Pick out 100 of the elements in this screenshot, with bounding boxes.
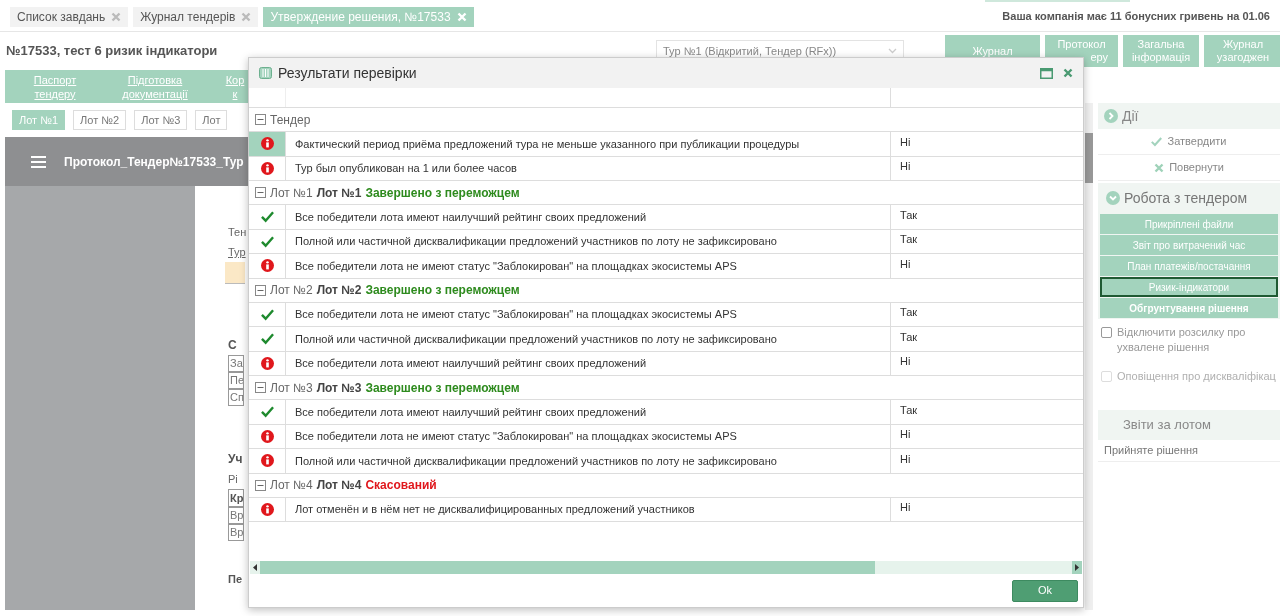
document-text: Тур [228,245,246,260]
document-text: Вр [228,507,244,524]
result-row[interactable]: Полной или частичной дисквалификации предложений участников по лоту не зафиксировано Ні [249,449,1083,474]
table-cell-text: Так [899,232,919,247]
panel-title: Дії [1122,106,1139,126]
document-text: За [228,355,244,372]
chevron-down-icon [888,48,897,54]
document-text: Кр [228,489,244,507]
table-cell: Полной или частичной дисквалификации предложений участников по лоту не зафиксировано [286,327,891,351]
info-icon [260,502,274,516]
table-cell-text: Так [899,329,919,345]
horizontal-scrollbar[interactable] [250,561,1082,574]
result-row[interactable]: Все победители лота имеют наилучший рейтинг своих предложений Так [249,400,1083,425]
result-row[interactable]: Тур был опубликован на 1 или более часов Ні [249,156,1083,181]
table-cell: Фактический период приёма предложений тура не меньше указанного при публикации процедуры [286,132,891,156]
table-cell-text: Ні [899,354,912,369]
result-row[interactable]: Лот отменён и в нём нет не дисквалифицированных предложений участников Ні [249,497,1083,522]
tab[interactable]: Список завдань [10,6,129,27]
close-icon [241,11,252,22]
document-text: Пе [228,372,244,389]
table-cell-text: Ні [899,451,912,467]
table-cell-text: Ні [899,427,912,442]
checkbox-label: Відключити розсилку про ухвалене рішення [1117,325,1247,355]
table-cell: Все победители лота не имеют статус "Заблокирован" на площадках экосистемы APS [286,302,891,326]
lot-tab[interactable]: Лот №2 [73,110,127,130]
close-icon [456,11,467,22]
checkbox[interactable] [1101,327,1112,338]
group-label: Лот №2 [270,282,313,299]
group-label: Лот №4 [270,477,313,494]
tab[interactable]: Журнал тендерів [133,6,259,27]
collapse-icon[interactable] [255,479,266,491]
result-row[interactable]: Все победители лота не имеют статус "Заблокирован" на площадках экосистемы APS Ні [249,424,1083,449]
collapse-icon[interactable] [255,284,266,296]
highlight-bar [225,262,245,284]
check-icon [260,307,274,321]
info-icon [260,259,274,273]
table-cell: Все победители лота имеют наилучший рейтинг своих предложений [286,351,891,375]
report-item[interactable]: Прийняте рішення [1098,440,1280,462]
group-name: Лот №4 [316,477,362,494]
panel-header[interactable]: Дії [1098,103,1280,129]
bonus-notice: Ваша компанія має 11 бонусних гривень на 01.06 [1002,9,1270,25]
check-icon [260,234,274,248]
result-row[interactable]: Все победители лота не имеют статус "Заблокирован" на площадках экосистемы APS Так [249,302,1083,327]
close-icon [1154,162,1165,173]
group-status: Завершено з переможцем [365,184,520,202]
result-row[interactable]: Полной или частичной дисквалификации предложений участников по лоту не зафиксировано Так [249,327,1083,352]
check-icon [260,405,274,419]
table-cell-text: Ні [899,159,912,174]
chevron-down-icon [1106,191,1120,205]
ok-button[interactable]: Ok [1012,579,1078,602]
panel-title: Робота з тендером [1124,188,1248,208]
table-cell: Тур был опубликован на 1 или более часов [286,156,891,180]
info-icon [260,161,274,175]
scroll-right-icon[interactable] [1072,561,1082,574]
maximize-icon[interactable] [1040,67,1053,79]
table-cell: Лот отменён и в нём нет не дисквалифицированных предложений участников [286,497,891,521]
group-label: Лот №1 [270,184,313,202]
document-text: Рі [228,472,238,487]
document-text: С [228,337,237,354]
document-text: Сп [228,389,244,406]
result-row[interactable]: Полной или частичной дисквалификации предложений участников по лоту не зафиксировано Так [249,229,1083,254]
lot-tab[interactable]: Лот №3 [134,110,188,130]
result-row[interactable]: Фактический период приёма предложений тура не меньше указанного при публикации процедуры Ні [249,132,1083,157]
result-row[interactable]: Все победители лота имеют наилучший рейтинг своих предложений Так [249,205,1083,230]
panel-header[interactable]: Робота з тендером [1098,183,1280,213]
lot-tab[interactable]: Лот [195,110,228,130]
chevron-right-icon [1104,109,1118,123]
check-icon [260,210,274,224]
result-row[interactable]: Все победители лота имеют наилучший рейтинг своих предложений Ні [249,351,1083,376]
group-status: Завершено з переможцем [365,282,520,299]
table-cell-text: Так [899,402,919,418]
document-text: Вр [228,524,244,541]
scrollbar-thumb[interactable] [1085,133,1093,183]
info-icon [260,429,274,443]
result-row[interactable]: Все победители лота не имеют статус "Заблокирован" на площадках экосистемы APS Ні [249,254,1083,279]
group-name: Лот №1 [316,184,362,202]
document-text: Уч [228,451,243,468]
group-status: Завершено з переможцем [365,379,520,397]
table-cell-text: Ні [899,256,912,272]
checkbox-label: Оповіщення про дискваліфікац [1117,369,1276,384]
document-title: Протокол_Тендер№17533_Тур [64,153,244,171]
table-cell: Полной или частичной дисквалификации предложений участников по лоту не зафиксировано [286,229,891,253]
window-icon [259,67,272,79]
group-name: Лот №2 [316,282,362,299]
table-cell: Все победители лота не имеют статус "Заблокирован" на площадках экосистемы APS [286,424,891,448]
menu-icon[interactable] [31,155,46,168]
action-item[interactable]: Затвердити [1098,129,1280,155]
group-label: Тендер [270,111,311,129]
panel-header[interactable]: Звіти за лотом [1098,410,1280,440]
collapse-icon[interactable] [255,382,266,393]
collapse-icon[interactable] [255,187,266,198]
action-item[interactable]: Повернути [1098,155,1280,181]
close-icon [111,11,122,22]
group-status: Скасований [365,477,437,494]
info-icon [260,137,274,151]
group-label: Лот №3 [270,379,313,397]
close-icon [1063,68,1073,78]
table-cell: Все победители лота имеют наилучший рейтинг своих предложений [286,400,891,424]
collapse-icon[interactable] [255,114,266,125]
document-text: Тен [228,225,247,240]
